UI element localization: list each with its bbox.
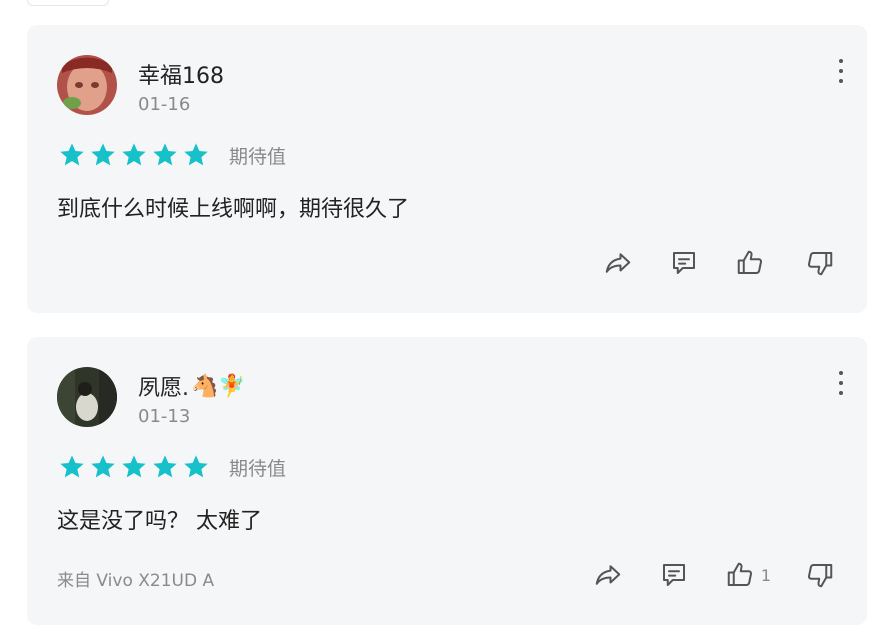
- share-icon: [595, 565, 621, 585]
- rating: 期待值: [58, 141, 286, 169]
- username[interactable]: 幸福168: [138, 58, 224, 90]
- like-button[interactable]: [723, 558, 757, 592]
- previous-element-edge: [27, 0, 109, 6]
- comment-text: 这是没了吗？ 太难了: [57, 509, 262, 534]
- comment-card: 夙愿. 🐴🧚 01-13 期待值 这是没了吗？ 太难了 来自 Vivo X21U…: [27, 337, 867, 625]
- comment-actions: [601, 246, 837, 280]
- star-icon: [60, 455, 84, 478]
- comment-text: 到底什么时候上线啊啊，期待很久了: [57, 197, 410, 222]
- share-button[interactable]: [591, 558, 625, 592]
- star-icon: [153, 455, 177, 478]
- dislike-button[interactable]: [803, 558, 837, 592]
- share-icon: [605, 253, 631, 273]
- avatar[interactable]: [57, 55, 117, 115]
- comment-button[interactable]: [667, 246, 701, 280]
- comment-icon: [662, 564, 685, 586]
- comment-date: 01-13: [138, 406, 191, 427]
- thumbs-up-icon: [737, 250, 763, 274]
- comment-actions: 1: [591, 558, 837, 592]
- like-button[interactable]: [733, 246, 767, 280]
- thumbs-down-icon: [807, 564, 833, 588]
- like-count: 1: [760, 565, 771, 585]
- rating: 期待值: [58, 453, 286, 481]
- username[interactable]: 夙愿. 🐴🧚: [138, 370, 246, 402]
- star-icon: [122, 143, 146, 166]
- rating-label: 期待值: [229, 457, 287, 480]
- share-button[interactable]: [601, 246, 635, 280]
- rating-label: 期待值: [229, 145, 287, 168]
- more-vertical-icon[interactable]: [835, 371, 847, 395]
- star-icon: [60, 143, 84, 166]
- star-icon: [184, 455, 208, 478]
- comment-icon: [673, 252, 695, 274]
- username-text[interactable]: 夙愿.: [138, 370, 189, 402]
- star-icon: [122, 455, 146, 478]
- star-icon: [153, 143, 177, 166]
- thumbs-up-icon: [727, 562, 752, 586]
- comment-date: 01-16: [138, 94, 191, 115]
- username-text[interactable]: 幸福168: [138, 58, 224, 90]
- more-vertical-icon[interactable]: [835, 59, 847, 83]
- username-emoji: 🐴🧚: [191, 373, 246, 399]
- device-source: 来自 Vivo X21UD A: [57, 571, 215, 591]
- star-icon: [91, 455, 115, 478]
- star-icon: [184, 143, 208, 166]
- comment-card: 幸福168 01-16 期待值 到底什么时候上线啊啊，期待很久了: [27, 25, 867, 313]
- dislike-button[interactable]: [803, 246, 837, 280]
- comment-button[interactable]: [657, 558, 691, 592]
- star-icon: [91, 143, 115, 166]
- avatar[interactable]: [57, 367, 117, 427]
- thumbs-down-icon: [807, 252, 833, 276]
